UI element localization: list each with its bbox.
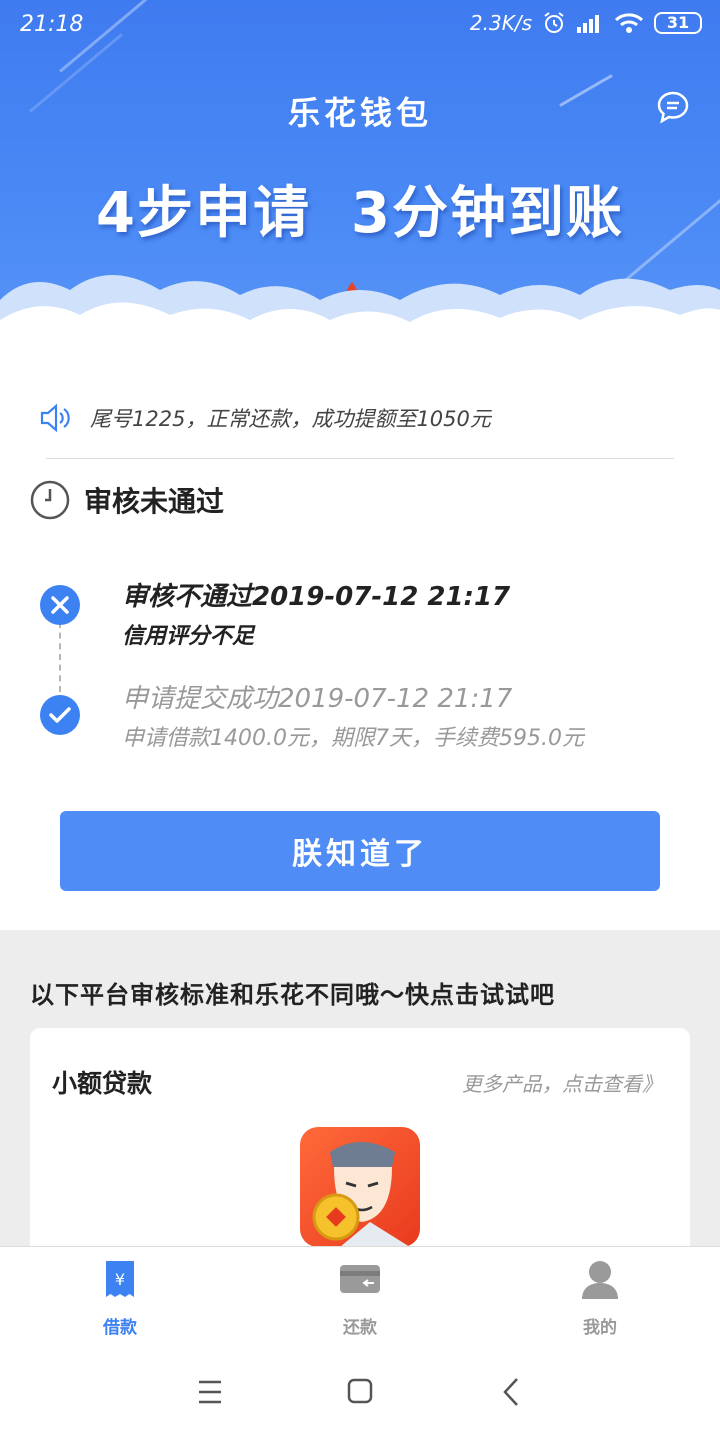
more-products-link[interactable]: 更多产品，点击查看》	[462, 1068, 662, 1097]
product-card-title: 小额贷款	[52, 1069, 153, 1098]
clouds-decoration	[0, 275, 720, 370]
speaker-icon	[40, 403, 70, 433]
menu-icon[interactable]	[190, 1374, 230, 1410]
message-icon[interactable]	[656, 90, 690, 124]
review-status-header: 审核未通过	[30, 480, 224, 520]
wifi-icon	[614, 13, 644, 33]
nav-label-mine: 我的	[583, 1318, 617, 1338]
app-title: 乐花钱包	[287, 94, 432, 132]
alarm-icon	[544, 12, 564, 33]
back-icon[interactable]	[492, 1374, 532, 1410]
notice-bar: 尾号1225，正常还款，成功提额至1050元	[40, 398, 680, 438]
header-banner: 21:18 2.3K/s 31 乐花钱包 4步申请 3分钟到账	[0, 0, 720, 370]
nav-label-loan: 借款	[103, 1318, 137, 1338]
nav-item-mine[interactable]: 我的	[480, 1247, 720, 1344]
review-status-title: 审核未通过	[84, 485, 225, 518]
loan-app-icon[interactable]	[300, 1127, 420, 1247]
home-icon[interactable]	[340, 1374, 380, 1410]
check-icon	[40, 695, 80, 735]
system-nav-bar	[0, 1344, 720, 1440]
loan-icon: ¥	[106, 1261, 134, 1297]
step-submit-subtitle: 申请借款1400.0元，期限7天，手续费595.0元	[122, 726, 584, 751]
step-submit-title: 申请提交成功2019-07-12 21:17	[122, 684, 513, 714]
nav-label-repay: 还款	[343, 1318, 377, 1338]
notice-text: 尾号1225，正常还款，成功提额至1050元	[90, 407, 491, 431]
signal-icon	[577, 15, 599, 33]
battery-indicator: 31	[654, 12, 702, 34]
bottom-nav: ¥ 借款 还款 我的	[0, 1246, 720, 1344]
status-time: 21:18	[20, 12, 84, 37]
timeline-connector	[59, 622, 61, 692]
slogan-part2: 3分钟到账	[351, 181, 624, 246]
svg-text:¥: ¥	[115, 1270, 125, 1289]
step-fail-title: 审核不通过2019-07-12 21:17	[122, 582, 511, 612]
status-bar: 21:18 2.3K/s 31	[0, 0, 720, 52]
recommend-title: 以下平台审核标准和乐花不同哦～快点击试试吧	[30, 981, 555, 1009]
nav-item-repay[interactable]: 还款	[240, 1247, 480, 1344]
slogan-part1: 4步申请	[96, 181, 311, 246]
slogan: 4步申请 3分钟到账	[0, 168, 720, 249]
divider	[46, 458, 674, 459]
acknowledge-button[interactable]: 朕知道了	[60, 811, 660, 891]
repay-card-icon	[340, 1265, 380, 1293]
user-icon	[582, 1261, 618, 1299]
step-fail-subtitle: 信用评分不足	[122, 624, 255, 649]
network-speed: 2.3K/s	[469, 11, 532, 35]
nav-item-loan[interactable]: ¥ 借款	[0, 1247, 240, 1344]
fail-icon	[40, 585, 80, 625]
clock-icon	[30, 480, 70, 520]
status-indicators: 2.3K/s 31	[470, 11, 702, 35]
